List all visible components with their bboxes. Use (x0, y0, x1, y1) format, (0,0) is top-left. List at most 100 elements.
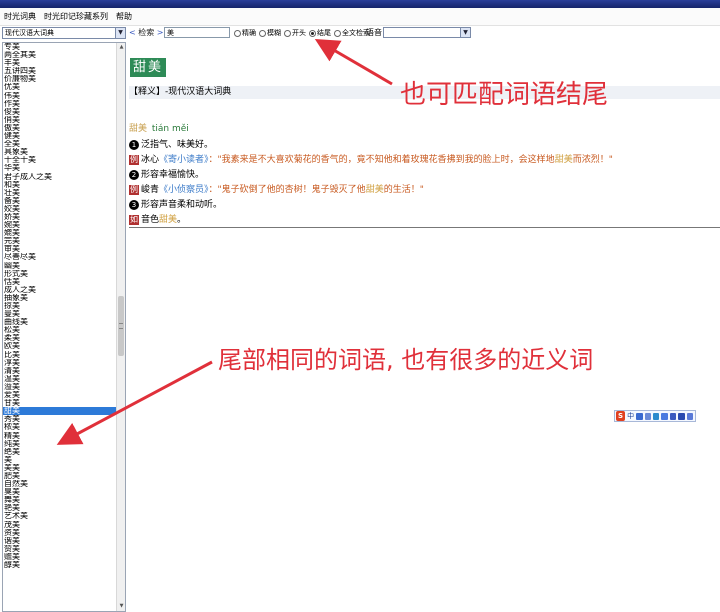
word-list-item[interactable]: 恬美 (3, 278, 117, 286)
dictionary-select[interactable]: 现代汉语大词典 ▼ (2, 27, 126, 39)
word-list-item[interactable]: 君子成人之美 (3, 173, 117, 181)
title-bar (0, 0, 720, 8)
example-text: ："我素来是不大喜欢菊花的香气的，竟不知他和着玫瑰花香拂到我的脸上时，会这样地 (208, 155, 555, 165)
word-list-item[interactable]: 甘美 (3, 399, 117, 407)
word-list-item[interactable]: 形式美 (3, 270, 117, 278)
word-list-item[interactable]: 曼美 (3, 310, 117, 318)
word-list-item[interactable]: 比美 (3, 351, 117, 359)
word-list-item[interactable]: 成人之美 (3, 286, 117, 294)
headword: 甜美 (130, 58, 167, 77)
shirt-icon[interactable] (678, 412, 685, 420)
word-list-item[interactable]: 华美 (3, 164, 117, 172)
word-list-item[interactable]: 具象美 (3, 148, 117, 156)
word-list-item[interactable]: 赡美 (3, 553, 117, 561)
word-list-item[interactable]: 媲美 (3, 229, 117, 237)
word-list-item[interactable]: 伟美 (3, 92, 117, 100)
word-list-item[interactable]: 曲线美 (3, 318, 117, 326)
word-list-item[interactable]: 俊美 (3, 108, 117, 116)
punct-icon[interactable] (644, 412, 651, 420)
word-list-item[interactable]: 淳美 (3, 359, 117, 367)
word-list-item[interactable]: 优美 (3, 83, 117, 91)
word-list-item[interactable]: 幽美 (3, 262, 117, 270)
chevron-down-icon[interactable]: ▼ (115, 28, 125, 38)
radio-fuzzy[interactable]: 模糊 (259, 28, 281, 38)
word-list-item[interactable]: 姣美 (3, 205, 117, 213)
word-list-item[interactable]: 两全其美 (3, 51, 117, 59)
word-list-item[interactable]: 爱美 (3, 391, 117, 399)
word-list-item[interactable]: 溢美 (3, 383, 117, 391)
radio-prefix[interactable]: 开头 (284, 28, 306, 38)
word-list-item[interactable]: 娇美 (3, 213, 117, 221)
menu-item-help[interactable]: 帮助 (116, 11, 132, 22)
word-list-item[interactable]: 价廉物美 (3, 75, 117, 83)
word-list-item[interactable]: 丰美 (3, 59, 117, 67)
menu-item-dictionary[interactable]: 时光词典 (4, 11, 36, 22)
word-list-item[interactable]: 全美 (3, 140, 117, 148)
mic-icon[interactable] (652, 412, 660, 420)
example-book[interactable]: 《小侦察员》 (159, 185, 209, 195)
word-list-item[interactable]: 傲美 (3, 124, 117, 132)
word-list-item[interactable]: 纯美 (3, 440, 117, 448)
word-list-item[interactable]: 肥美 (3, 472, 117, 480)
word-list-item[interactable]: 臭美 (3, 488, 117, 496)
word-list-item[interactable]: 松美 (3, 326, 117, 334)
word-list-item[interactable]: 和美 (3, 181, 117, 189)
word-list-item[interactable]: 温美 (3, 375, 117, 383)
voice-select[interactable]: ▼ (383, 27, 471, 38)
word-list-item[interactable]: 艳美 (3, 504, 117, 512)
word-list-item[interactable]: 资美 (3, 529, 117, 537)
word-list-item[interactable]: 备美 (3, 197, 117, 205)
radio-suffix[interactable]: 结尾 (309, 28, 331, 38)
word-list-item[interactable]: 自然美 (3, 480, 117, 488)
word-list-item[interactable]: 醇美 (3, 561, 117, 569)
radio-fulltext[interactable]: 全文检索 (334, 28, 370, 38)
word-list-item[interactable]: 柔美 (3, 334, 117, 342)
word-list-item[interactable]: 俏美 (3, 116, 117, 124)
moon-icon[interactable] (636, 412, 643, 420)
word-list-item[interactable]: 健美 (3, 132, 117, 140)
sense-number: 1 (129, 139, 139, 150)
word-list-item[interactable]: 美 (3, 456, 117, 464)
example-book[interactable]: 《寄小读者》 (159, 155, 209, 165)
word-list-item[interactable]: 清美 (3, 367, 117, 375)
wrench-icon[interactable] (686, 412, 693, 420)
scroll-down-icon[interactable]: ▼ (118, 603, 125, 610)
word-list-item[interactable]: 茂美 (3, 521, 117, 529)
word-list-item[interactable]: 谐美 (3, 537, 117, 545)
keyboard-icon[interactable] (661, 412, 668, 420)
word-list-item[interactable]: 抽象美 (3, 294, 117, 302)
ime-toolbar[interactable]: S 中 (614, 410, 696, 422)
word-list-item[interactable]: 完美 (3, 237, 117, 245)
chevron-down-icon[interactable]: ▼ (460, 28, 470, 37)
word-list-item[interactable]: 专美 (3, 43, 117, 51)
ime-mode[interactable]: 中 (627, 411, 634, 421)
word-list-item[interactable]: 甜美 (3, 407, 117, 416)
ime-logo-icon[interactable]: S (616, 411, 626, 421)
word-list-item[interactable]: 绝美 (3, 448, 117, 456)
word-list-item[interactable]: 美美 (3, 464, 117, 472)
word-list-item[interactable]: 秾美 (3, 423, 117, 431)
word-list-item[interactable]: 十全十美 (3, 156, 117, 164)
search-input[interactable] (164, 27, 230, 38)
word-list-item[interactable]: 艺术美 (3, 512, 117, 520)
word-list-item[interactable]: 舞美 (3, 496, 117, 504)
word-list-item[interactable]: 审美 (3, 245, 117, 253)
radio-exact[interactable]: 精确 (234, 28, 256, 38)
word-list-item[interactable]: 尽善尽美 (3, 253, 117, 261)
word-list-item[interactable]: 婉美 (3, 221, 117, 229)
word-list-panel: 专美 两全其美 丰美 五讲四美 价廉物美 优美 伟美 作美 俊美 俏美 傲美 健美 全美 具象美 十全十美华… (2, 42, 126, 612)
radio-label: 模糊 (267, 29, 281, 37)
word-list-item[interactable]: 秀美 (3, 415, 117, 423)
radio-dot (234, 29, 241, 37)
word-list-item[interactable]: 作美 (3, 100, 117, 108)
word-list-item[interactable]: 欧美 (3, 342, 117, 350)
word-list-item[interactable]: 五讲四美 (3, 67, 117, 75)
menu-item-collection[interactable]: 时光印记珍藏系列 (44, 11, 108, 22)
word-list-item[interactable]: 壮美 (3, 189, 117, 197)
word-list-item[interactable]: 精美 (3, 432, 117, 440)
word-list-item[interactable]: 掠美 (3, 302, 117, 310)
scrollbar[interactable]: ▲ ▼ (116, 43, 125, 611)
scroll-up-icon[interactable]: ▲ (118, 44, 125, 51)
word-list-item[interactable]: 赞美 (3, 545, 117, 553)
skin-icon[interactable] (669, 412, 677, 420)
